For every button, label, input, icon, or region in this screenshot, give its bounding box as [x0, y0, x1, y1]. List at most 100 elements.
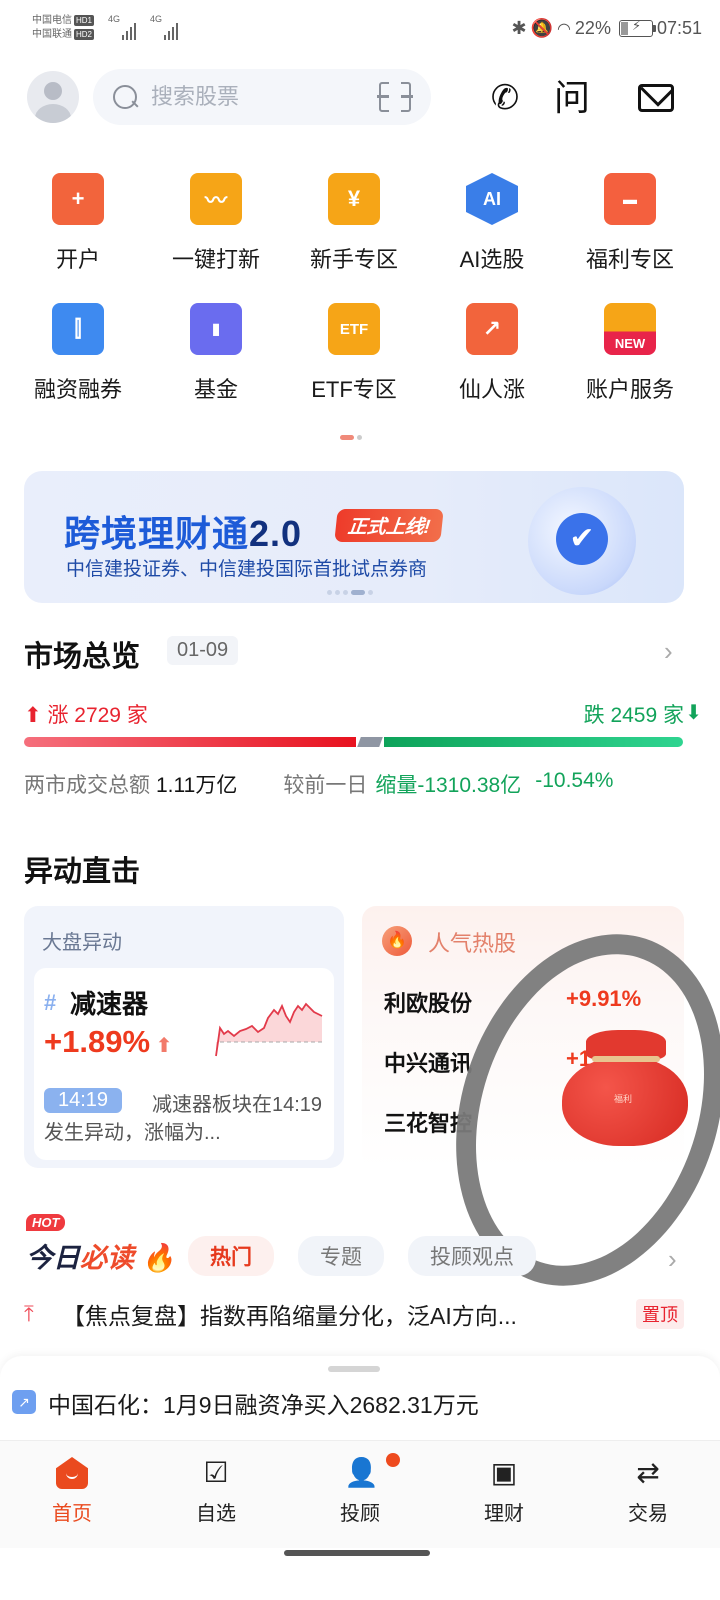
- pin-top-icon: ⤒: [24, 1301, 34, 1326]
- shortcut-welfare[interactable]: ▬ 福利专区: [561, 165, 699, 295]
- mail-icon[interactable]: [636, 78, 676, 118]
- notification-dot: [386, 1453, 400, 1467]
- tab-wealth[interactable]: ▣ 理财: [432, 1441, 576, 1548]
- shortcut-etf[interactable]: ETF ETF专区: [285, 295, 423, 425]
- sector-name: 减速器: [70, 989, 149, 1019]
- sector-mover[interactable]: # 减速器 +1.89% ⬆ 减速器板块在14:19发生异动，涨幅为... 14…: [34, 968, 334, 1160]
- bluetooth-icon: ✱: [511, 18, 527, 38]
- shortcut-beginner[interactable]: ¥ 新手专区: [285, 165, 423, 295]
- shortcut-ai-pick[interactable]: AI AI选股: [423, 165, 561, 295]
- breadth-bar: [24, 737, 683, 747]
- trend-up-icon: ↗: [466, 303, 518, 355]
- tab-home[interactable]: 首页: [0, 1441, 144, 1548]
- turnover-value: 1.11万亿: [156, 774, 238, 797]
- sector-sparkline: [215, 1002, 323, 1057]
- carrier-1: 中国电信: [32, 15, 72, 26]
- bottom-tab-bar: 首页 ☑ 自选 👤 投顾 ▣ 理财 ⇄ 交易: [0, 1440, 720, 1548]
- ask-icon[interactable]: 问: [552, 78, 592, 118]
- clock: 07:51: [656, 18, 702, 38]
- breadth-bar-up: [24, 737, 356, 747]
- compare-value: 缩量-1310.38亿: [375, 774, 522, 797]
- search-input[interactable]: [151, 84, 351, 110]
- ticker-text: 中国石化：1月9日融资净买入2682.31万元: [48, 1392, 479, 1418]
- hd-badge-2: HD2: [74, 29, 95, 40]
- chevron-right-icon[interactable]: ›: [668, 1244, 677, 1275]
- lucky-bag-float-button[interactable]: 福利: [562, 1030, 690, 1146]
- battery-percent: 22%: [574, 18, 611, 38]
- card-header: 大盘异动: [42, 932, 122, 954]
- banner-tag: 正式上线!: [334, 509, 445, 542]
- pinned-tag: 置顶: [636, 1299, 684, 1329]
- market-movers-card[interactable]: 大盘异动 # 减速器 +1.89% ⬆ 减速器板块在14:19发生异动，涨幅为.…: [24, 906, 344, 1168]
- mute-bell-icon: 🔕: [530, 18, 553, 38]
- shortcut-xianrenzhang[interactable]: ↗ 仙人涨: [423, 295, 561, 425]
- avatar[interactable]: [27, 71, 79, 123]
- tab-trade[interactable]: ⇄ 交易: [576, 1441, 720, 1548]
- tab-topics[interactable]: 专题: [298, 1236, 384, 1276]
- movers-title: 异动直击: [24, 856, 141, 888]
- banner-subtitle: 中信建投证券、中信建投国际首批试点券商: [66, 559, 428, 580]
- hd-badge-1: HD1: [74, 15, 95, 26]
- account-service-icon: NEW: [604, 303, 656, 355]
- today-must-read: HOT 今日必读 🔥: [26, 1214, 175, 1273]
- hashtag-icon: #: [44, 990, 57, 1015]
- hot-stock-row[interactable]: 利欧股份 +9.91%: [384, 986, 664, 1018]
- market-date: 01-09: [167, 636, 239, 665]
- arrow-up-icon: ⬆: [24, 704, 48, 727]
- compare-pct: -10.54%: [535, 769, 614, 792]
- drag-handle[interactable]: [328, 1366, 380, 1372]
- search-bar[interactable]: [93, 69, 431, 125]
- turnover-label: 两市成交总额: [24, 774, 150, 797]
- battery-icon: ⚡: [618, 18, 656, 37]
- scan-icon[interactable]: [377, 80, 413, 114]
- shortcut-margin[interactable]: ⫿ 融资融券: [9, 295, 147, 425]
- gesture-bar[interactable]: [284, 1550, 430, 1556]
- shortcut-fund[interactable]: ▮ 基金: [147, 295, 285, 425]
- check-globe-icon: [528, 487, 636, 595]
- shortcut-open-account[interactable]: + 开户: [9, 165, 147, 295]
- sector-change: +1.89% ⬆: [44, 1024, 173, 1059]
- compare-label: 较前一日: [283, 774, 368, 797]
- banner-page-indicator: [327, 590, 373, 595]
- watchlist-icon: ☑: [203, 1457, 229, 1488]
- banner-title: 跨境理财通2.0: [64, 513, 303, 554]
- tab-advisor[interactable]: 👤 投顾: [288, 1441, 432, 1548]
- signal-icon-1: 4G: [108, 14, 136, 40]
- home-icon: [56, 1457, 88, 1489]
- trend-chart-icon: ↗: [12, 1390, 36, 1414]
- chevron-right-icon[interactable]: ›: [664, 636, 673, 667]
- gift-icon: ▬: [604, 173, 656, 225]
- fund-icon: ▮: [190, 303, 242, 355]
- tab-advisor-views[interactable]: 投顾观点: [408, 1236, 536, 1276]
- phone-icon[interactable]: ✆: [485, 78, 525, 118]
- arrow-down-icon: ⬇: [685, 702, 702, 724]
- carrier-2: 中国联通: [32, 29, 72, 40]
- news-title: 【焦点复盘】指数再陷缩量分化，泛AI方向...: [62, 1303, 517, 1329]
- breadth-bar-flat: [357, 737, 383, 747]
- card-header: 人气热股: [428, 931, 517, 956]
- wallet-icon: ▣: [490, 1457, 518, 1488]
- tab-hot[interactable]: 热门: [188, 1236, 274, 1276]
- promo-banner[interactable]: 跨境理财通2.0 正式上线! 中信建投证券、中信建投国际首批试点券商: [24, 471, 684, 603]
- signal-icon-2: 4G: [150, 14, 178, 40]
- advancers: ⬆ 涨 2729 家: [24, 704, 148, 727]
- exchange-icon: ⇄: [636, 1457, 660, 1488]
- ai-icon: AI: [466, 173, 518, 225]
- tab-watchlist[interactable]: ☑ 自选: [144, 1441, 288, 1548]
- turnover-stats: 两市成交总额 1.11万亿 较前一日 缩量-1310.38亿 -10.54%: [24, 769, 684, 799]
- etf-icon: ETF: [328, 303, 380, 355]
- breadth-bar-down: [384, 737, 683, 747]
- flame-icon: 🔥: [134, 1243, 176, 1273]
- beginner-icon: ¥: [328, 173, 380, 225]
- open-account-icon: +: [52, 173, 104, 225]
- shortcut-account-service[interactable]: NEW 账户服务: [561, 295, 699, 425]
- margin-icon: ⫿: [52, 303, 104, 355]
- ipo-icon: 〰: [190, 173, 242, 225]
- shortcut-ipo[interactable]: 〰一键打新: [147, 165, 285, 295]
- news-ticker-sheet[interactable]: ↗ 中国石化：1月9日融资净买入2682.31万元: [0, 1356, 720, 1440]
- carrier-info: 中国电信 HD1 中国联通 HD2: [32, 14, 95, 42]
- news-item[interactable]: ⤒ 【焦点复盘】指数再陷缩量分化，泛AI方向... 置顶: [24, 1296, 684, 1332]
- market-title: 市场总览: [24, 641, 141, 673]
- shortcut-grid: + 开户 〰一键打新 ¥ 新手专区 AI AI选股 ▬ 福利专区 ⫿ 融资融券 ▮ 基金 E…: [0, 165, 720, 425]
- search-icon: [111, 83, 139, 111]
